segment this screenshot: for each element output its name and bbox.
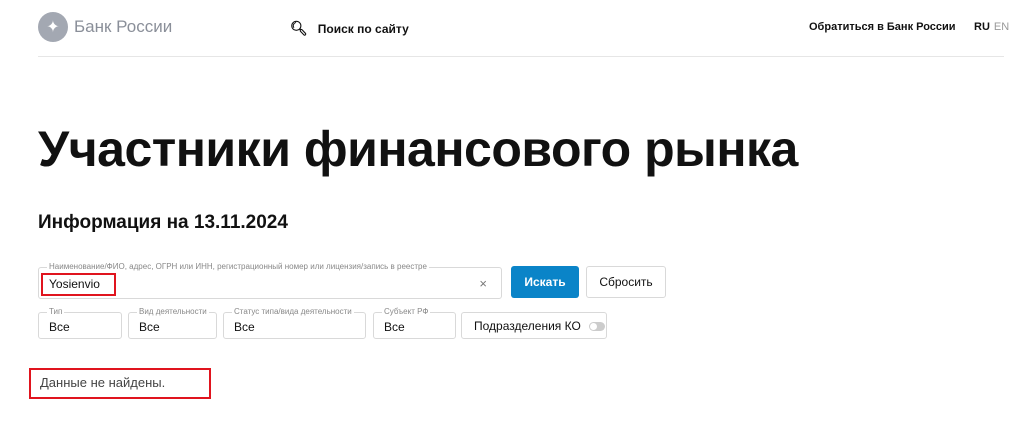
highlight-box <box>29 368 211 399</box>
filter-value: Все <box>234 320 255 334</box>
toggle-switch[interactable] <box>588 322 605 332</box>
site-search-button[interactable]: 🔍︎ Поиск по сайту <box>290 20 409 37</box>
lang-ru[interactable]: RU <box>974 21 990 33</box>
clear-icon[interactable]: × <box>479 276 487 291</box>
filter-type[interactable]: Тип Все <box>38 307 122 339</box>
search-icon: 🔍︎ <box>290 20 308 36</box>
lang-en[interactable]: EN <box>994 21 1009 33</box>
filter-value: Все <box>384 320 405 334</box>
filter-label: Субъект РФ <box>382 307 431 316</box>
filter-label: Вид деятельности <box>137 307 209 316</box>
logo-text: Банк России <box>74 17 173 36</box>
search-label: Поиск по сайту <box>317 21 409 36</box>
reset-button[interactable]: Сбросить <box>586 266 666 298</box>
header-divider <box>38 56 1004 57</box>
filter-value: Все <box>49 320 70 334</box>
contact-link[interactable]: Обратиться в Банк России <box>809 21 956 33</box>
page-title: Участники финансового рынка <box>38 121 798 177</box>
eagle-emblem-icon: ✦ <box>38 12 68 42</box>
branches-toggle[interactable]: Подразделения КО <box>461 312 607 339</box>
highlight-box <box>41 273 116 296</box>
toggle-label: Подразделения КО <box>474 319 581 333</box>
info-date: Информация на 13.11.2024 <box>38 212 288 233</box>
search-submit-button[interactable]: Искать <box>511 266 579 298</box>
filter-activity[interactable]: Вид деятельности Все <box>128 307 217 339</box>
filter-label: Статус типа/вида деятельности <box>232 307 354 316</box>
bank-logo[interactable]: ✦ Банк России <box>38 12 172 42</box>
search-input-label: Наименование/ФИО, адрес, ОГРН или ИНН, р… <box>47 262 429 271</box>
language-switcher: RU EN <box>974 21 1009 33</box>
filter-region[interactable]: Субъект РФ Все <box>373 307 456 339</box>
filter-value: Все <box>139 320 160 334</box>
filter-status[interactable]: Статус типа/вида деятельности Все <box>223 307 366 339</box>
filter-label: Тип <box>47 307 65 316</box>
